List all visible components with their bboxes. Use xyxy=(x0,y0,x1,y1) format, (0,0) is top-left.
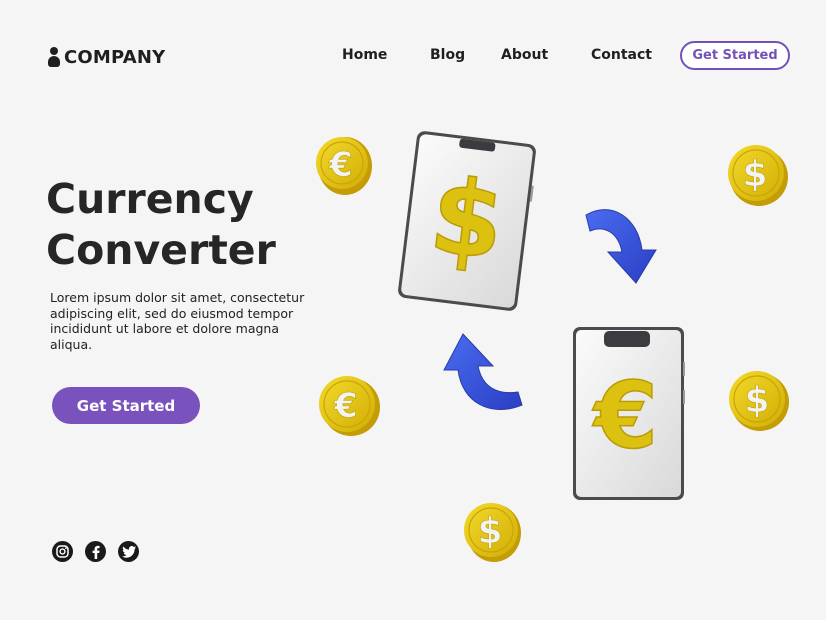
phone-euro-symbol: € xyxy=(592,362,658,469)
coin-euro-mid-left: € xyxy=(319,376,380,436)
arrow-right-down-icon xyxy=(585,209,657,284)
svg-text:$: $ xyxy=(744,380,769,421)
coin-dollar-bottom: $ xyxy=(464,503,521,562)
svg-text:$: $ xyxy=(742,154,767,195)
phone-dollar-symbol: $ xyxy=(424,154,511,284)
svg-text:€: € xyxy=(328,145,353,185)
phone-dollar: $ xyxy=(398,131,536,311)
arrow-left-up-icon xyxy=(443,333,523,410)
phone-euro: € xyxy=(573,327,685,500)
currency-illustration: $ € € $ € $ $ xyxy=(316,131,789,562)
coin-euro-top-left: € xyxy=(316,137,372,195)
coin-dollar-mid-right: $ xyxy=(729,371,789,431)
svg-text:$: $ xyxy=(477,511,502,552)
coin-dollar-top-right: $ xyxy=(728,145,788,206)
svg-text:€: € xyxy=(333,386,358,426)
